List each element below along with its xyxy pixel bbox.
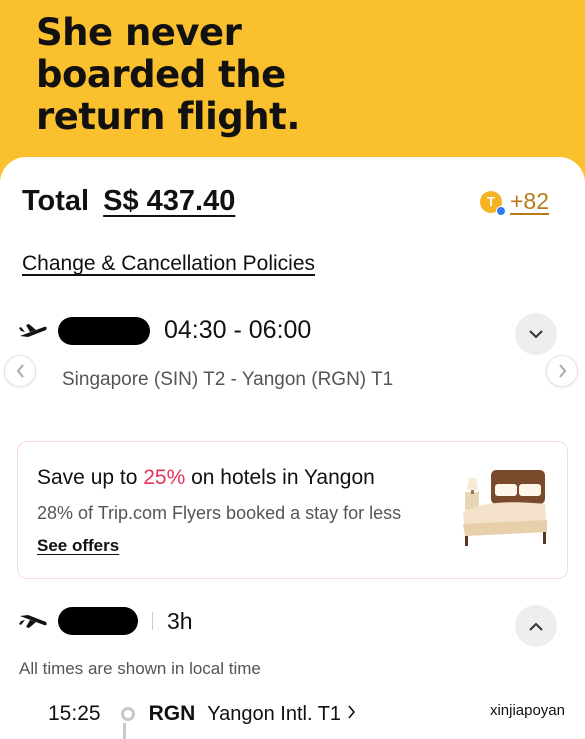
plane-takeoff-icon bbox=[18, 321, 48, 341]
total-row: Total S$ 437.40 bbox=[22, 185, 235, 218]
carousel-prev-button[interactable] bbox=[4, 355, 36, 387]
promo-percent: 25% bbox=[143, 466, 186, 489]
segment-airport-code: RGN bbox=[148, 702, 196, 725]
segment-time: 15:25 bbox=[48, 702, 101, 725]
timeline-line bbox=[123, 723, 126, 739]
hotel-promo-card[interactable]: Save up to 25% on hotels in Yangon 28% o… bbox=[17, 441, 568, 579]
redacted-airline bbox=[58, 607, 138, 635]
outbound-flight-row[interactable]: 04:30 - 06:00 bbox=[18, 316, 311, 345]
change-cancellation-policies-link[interactable]: Change & Cancellation Policies bbox=[22, 252, 315, 276]
expand-outbound-button[interactable] bbox=[515, 313, 557, 355]
headline-line-1: She never bbox=[36, 11, 242, 54]
return-flight-row[interactable]: 3h bbox=[18, 607, 193, 635]
divider bbox=[152, 612, 153, 630]
see-offers-link[interactable]: See offers bbox=[37, 536, 119, 556]
hotel-promo-title: Save up to 25% on hotels in Yangon bbox=[37, 466, 375, 489]
total-amount-link[interactable]: S$ 437.40 bbox=[103, 185, 235, 218]
chevron-up-icon bbox=[529, 622, 543, 631]
timezone-note: All times are shown in local time bbox=[19, 659, 261, 678]
carousel-next-button[interactable] bbox=[546, 355, 578, 387]
headline-line-3: return flight. bbox=[36, 95, 300, 138]
return-duration: 3h bbox=[167, 607, 193, 634]
outbound-route: Singapore (SIN) T2 - Yangon (RGN) T1 bbox=[62, 369, 394, 390]
headline-line-2: boarded the bbox=[36, 53, 286, 96]
chevron-right-icon bbox=[558, 364, 566, 378]
trip-coins[interactable]: T +82 bbox=[479, 188, 549, 216]
bed-icon bbox=[459, 466, 551, 555]
watermark: xinjiapoyan bbox=[489, 702, 565, 719]
booking-sheet: Total S$ 437.40 T +82 Change & Cancellat… bbox=[0, 157, 585, 739]
points-value[interactable]: +82 bbox=[510, 188, 549, 215]
collapse-return-button[interactable] bbox=[515, 605, 557, 647]
segment-airport-name: Yangon Intl. T1 bbox=[207, 702, 342, 725]
redacted-airline bbox=[58, 316, 150, 345]
segment-row[interactable]: 15:25 RGN Yangon Intl. T1 bbox=[48, 702, 356, 726]
chevron-right-icon bbox=[347, 704, 356, 724]
chevron-down-icon bbox=[529, 329, 543, 338]
chevron-left-icon bbox=[16, 364, 24, 378]
total-label: Total bbox=[22, 185, 90, 217]
hotel-promo-subtitle: 28% of Trip.com Flyers booked a stay for… bbox=[37, 503, 402, 523]
outbound-times: 04:30 - 06:00 bbox=[164, 316, 312, 344]
plane-landing-icon bbox=[18, 611, 48, 631]
coin-badge-dot bbox=[495, 205, 506, 216]
headline: She never boarded the return flight. bbox=[36, 12, 300, 138]
timeline-dot bbox=[120, 707, 135, 721]
trip-coin-icon: T bbox=[479, 190, 506, 216]
